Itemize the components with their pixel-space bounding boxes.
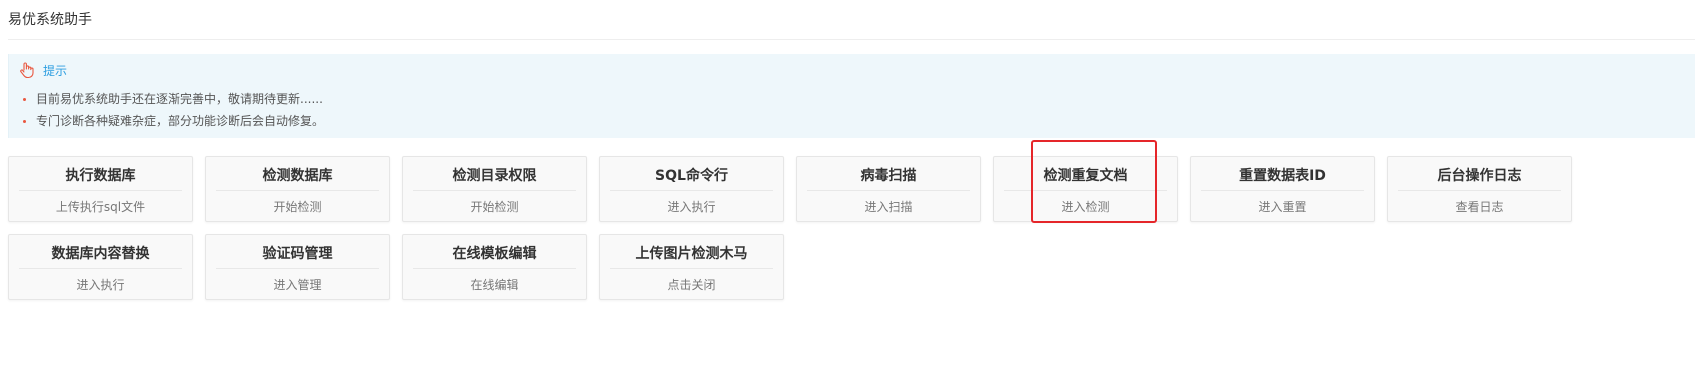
tool-card-title: 在线模板编辑 xyxy=(452,246,537,262)
tool-card-action-link[interactable]: 点击关闭 xyxy=(600,276,783,294)
tool-card-action-link[interactable]: 进入扫描 xyxy=(797,198,980,216)
tool-card-title: 上传图片检测木马 xyxy=(635,246,748,262)
tool-card-divider xyxy=(1201,190,1364,191)
tool-card-database-content-replace[interactable]: 数据库内容替换 进入执行 xyxy=(8,234,193,300)
tip-list: 目前易优系统助手还在逐渐完善中，敬请期待更新...... 专门诊断各种疑难杂症，… xyxy=(23,88,324,132)
tool-card-action-link[interactable]: 进入检测 xyxy=(994,198,1177,216)
tool-card-title: 后台操作日志 xyxy=(1437,168,1522,184)
tip-item-text: 专门诊断各种疑难杂症，部分功能诊断后会自动修复。 xyxy=(36,114,325,128)
tool-card-action-link[interactable]: 进入重置 xyxy=(1191,198,1374,216)
bullet-dot xyxy=(23,119,26,123)
system-assistant-page: 易优系统助手 提示 目前易优系统助手还在逐渐完善中，敬请期待更新...... 专… xyxy=(0,0,1695,388)
tip-item: 专门诊断各种疑难杂症，部分功能诊断后会自动修复。 xyxy=(23,110,324,132)
tool-card-admin-operation-log[interactable]: 后台操作日志 查看日志 xyxy=(1387,156,1572,222)
tool-card-title: 检测目录权限 xyxy=(452,168,537,184)
tool-card-divider xyxy=(413,268,576,269)
tool-card-virus-scan[interactable]: 病毒扫描 进入扫描 xyxy=(796,156,981,222)
tool-card-action-link[interactable]: 开始检测 xyxy=(206,198,389,216)
tool-card-check-database[interactable]: 检测数据库 开始检测 xyxy=(205,156,390,222)
tool-card-action-link[interactable]: 开始检测 xyxy=(403,198,586,216)
tool-card-divider xyxy=(610,268,773,269)
tool-card-check-duplicate-documents[interactable]: 检测重复文档 进入检测 xyxy=(993,156,1178,222)
tool-card-divider xyxy=(610,190,773,191)
bullet-dot xyxy=(23,97,26,101)
tool-card-title: 检测数据库 xyxy=(262,168,333,184)
tool-card-divider xyxy=(1398,190,1561,191)
tool-card-divider xyxy=(216,190,379,191)
tool-card-captcha-management[interactable]: 验证码管理 进入管理 xyxy=(205,234,390,300)
tool-card-reset-table-id[interactable]: 重置数据表ID 进入重置 xyxy=(1190,156,1375,222)
tool-card-title: SQL命令行 xyxy=(655,168,728,184)
tool-card-title: 重置数据表ID xyxy=(1239,168,1326,184)
tool-card-divider xyxy=(19,268,182,269)
tool-card-divider xyxy=(807,190,970,191)
tool-row-2: 数据库内容替换 进入执行 验证码管理 进入管理 在线模板编辑 在线编辑 上传图片… xyxy=(8,234,1695,300)
tool-card-online-template-edit[interactable]: 在线模板编辑 在线编辑 xyxy=(402,234,587,300)
tool-card-upload-image-trojan-check[interactable]: 上传图片检测木马 点击关闭 xyxy=(599,234,784,300)
tool-card-title: 病毒扫描 xyxy=(860,168,917,184)
tool-card-divider xyxy=(413,190,576,191)
tool-card-check-directory-permissions[interactable]: 检测目录权限 开始检测 xyxy=(402,156,587,222)
page-title: 易优系统助手 xyxy=(8,12,92,28)
tool-card-divider xyxy=(1004,190,1167,191)
tip-item-text: 目前易优系统助手还在逐渐完善中，敬请期待更新...... xyxy=(36,92,323,106)
title-divider xyxy=(8,39,1695,40)
pointing-hand-icon xyxy=(18,61,36,79)
tool-card-title: 数据库内容替换 xyxy=(51,246,150,262)
tip-label: 提示 xyxy=(43,63,68,78)
tool-card-action-link[interactable]: 进入执行 xyxy=(9,276,192,294)
tool-grid: 执行数据库 上传执行sql文件 检测数据库 开始检测 检测目录权限 开始检测 S… xyxy=(8,156,1695,312)
tool-card-title: 执行数据库 xyxy=(65,168,136,184)
tool-card-execute-database[interactable]: 执行数据库 上传执行sql文件 xyxy=(8,156,193,222)
tool-card-divider xyxy=(216,268,379,269)
tool-card-action-link[interactable]: 查看日志 xyxy=(1388,198,1571,216)
tip-item: 目前易优系统助手还在逐渐完善中，敬请期待更新...... xyxy=(23,88,324,110)
tool-card-title: 检测重复文档 xyxy=(1043,168,1128,184)
tool-card-action-link[interactable]: 在线编辑 xyxy=(403,276,586,294)
tip-box: 提示 目前易优系统助手还在逐渐完善中，敬请期待更新...... 专门诊断各种疑难… xyxy=(8,54,1695,138)
tool-card-action-link[interactable]: 进入管理 xyxy=(206,276,389,294)
tool-card-action-link[interactable]: 进入执行 xyxy=(600,198,783,216)
tool-card-divider xyxy=(19,190,182,191)
tool-card-sql-command-line[interactable]: SQL命令行 进入执行 xyxy=(599,156,784,222)
tool-card-action-link[interactable]: 上传执行sql文件 xyxy=(9,198,192,216)
tip-header: 提示 xyxy=(18,60,67,80)
tool-row-1: 执行数据库 上传执行sql文件 检测数据库 开始检测 检测目录权限 开始检测 S… xyxy=(8,156,1695,222)
tool-card-title: 验证码管理 xyxy=(262,246,333,262)
